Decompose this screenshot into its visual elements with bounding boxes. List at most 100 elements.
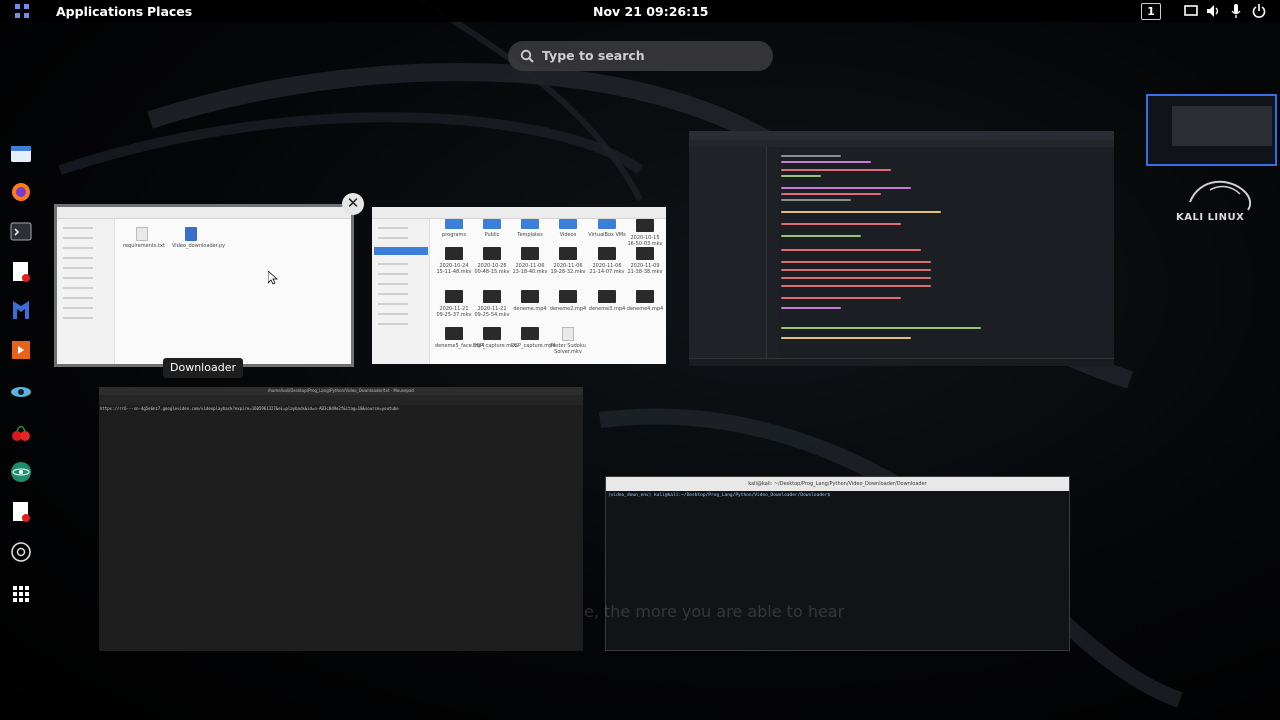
file-label: 2020-11-06 13-18-40.mkv: [512, 263, 548, 275]
settings-icon[interactable]: [10, 540, 32, 564]
atom-icon[interactable]: [10, 460, 32, 484]
text-file-icon: [136, 227, 148, 241]
applications-menu[interactable]: Applications: [56, 4, 143, 19]
video-thumbnail: [636, 290, 654, 303]
file-item[interactable]: deneme5_face.mp4: [435, 327, 485, 349]
file-label: Videos: [559, 232, 577, 238]
window-header: [689, 131, 1114, 140]
files-app-icon[interactable]: [10, 142, 32, 166]
firefox-icon[interactable]: [10, 180, 32, 204]
code-line: [781, 249, 921, 251]
file-item[interactable]: 2020-10-26 00-48-15.mkv: [473, 247, 511, 275]
activities-grid-icon[interactable]: [14, 3, 30, 19]
file-label: deneme2.mp4: [549, 306, 587, 312]
files-sidebar: [372, 219, 430, 364]
code-line: [781, 285, 931, 287]
search-bar[interactable]: Type to search: [508, 41, 773, 71]
folder-icon: [483, 219, 501, 229]
file-video-downloader[interactable]: Video_downloader.py: [172, 227, 225, 249]
code-line: [781, 187, 911, 189]
eye-tool-icon[interactable]: [10, 380, 32, 404]
file-item[interactable]: deneme.mp4: [511, 290, 549, 312]
text-file-icon: [562, 327, 574, 341]
folder-item[interactable]: Videos: [549, 219, 587, 238]
file-item[interactable]: 2020-11-06 13-18-40.mkv: [511, 247, 549, 275]
file-label: requirements.txt: [123, 243, 165, 249]
window-caption: Downloader: [163, 358, 243, 378]
volume-icon[interactable]: [1205, 3, 1221, 19]
code-line: [781, 277, 931, 279]
code-line: [781, 337, 911, 339]
window-header: [57, 207, 351, 219]
folder-icon: [521, 219, 539, 229]
file-item[interactable]: DSP_capture.mp4: [511, 327, 556, 349]
folder-item[interactable]: programs: [435, 219, 473, 238]
microphone-icon[interactable]: [1228, 3, 1244, 19]
window-files-videos[interactable]: programs Public Templates Videos Virtual…: [372, 207, 666, 364]
file-requirements[interactable]: requirements.txt: [123, 227, 165, 249]
code-line: [781, 261, 931, 263]
file-label: 2020-11-21 09-25-54.mkv: [474, 306, 510, 318]
video-thumbnail: [598, 247, 616, 260]
window-terminal[interactable]: kali@kali: ~/Desktop/Prog_Lang/Python/Vi…: [605, 476, 1070, 651]
editor-project-tree: [689, 147, 767, 358]
file-item[interactable]: deneme4.mp4: [626, 290, 664, 312]
file-label: 2020-11-09 21-38-38.mkv: [627, 263, 663, 275]
file-label: 2020-11-21 09-25-37.mkv: [436, 306, 472, 318]
file-item[interactable]: 2020-10-15 16-50-03.mkv: [626, 219, 664, 247]
clock[interactable]: Nov 21 09:26:15: [593, 4, 708, 19]
file-item[interactable]: 2020-11-21 09-25-37.mkv: [435, 290, 473, 318]
file-item[interactable]: 2020-11-21 09-25-54.mkv: [473, 290, 511, 318]
text-editor-icon[interactable]: [10, 260, 32, 284]
dock: [0, 130, 42, 615]
video-thumbnail: [598, 290, 616, 303]
file-item[interactable]: 2020-11-06 19-28-32.mkv: [549, 247, 587, 275]
video-thumbnail: [445, 327, 463, 340]
show-apps-icon[interactable]: [10, 582, 32, 606]
file-label: 2020-10-24 15-11-48.mkv: [436, 263, 472, 275]
file-label: Templates: [517, 232, 543, 238]
mousepad-menubar: [99, 395, 583, 405]
file-item[interactable]: 2020-11-09 21-38-38.mkv: [626, 247, 664, 275]
folder-item[interactable]: Templates: [511, 219, 549, 238]
file-label: deneme.mp4: [513, 306, 547, 312]
top-bar: Applications Places Nov 21 09:26:15 1: [0, 0, 1280, 22]
window-code-editor[interactable]: [689, 131, 1114, 366]
code-line: [781, 161, 871, 163]
file-item[interactable]: 2020-11-06 21-14-07.mkv: [588, 247, 626, 275]
file-label: 2020-10-15 16-50-03.mkv: [627, 235, 663, 247]
power-icon[interactable]: [1251, 3, 1267, 19]
folder-item[interactable]: VirtualBox VMs: [588, 219, 626, 238]
video-thumbnail: [445, 247, 463, 260]
folder-item[interactable]: Public: [473, 219, 511, 238]
files-sidebar: [57, 219, 115, 364]
places-menu[interactable]: Places: [147, 4, 192, 19]
window-files-downloader[interactable]: requirements.txt Video_downloader.py: [54, 204, 354, 367]
metasploit-icon[interactable]: [10, 298, 32, 322]
video-thumbnail: [483, 247, 501, 260]
terminal-icon[interactable]: [10, 220, 32, 244]
document-icon[interactable]: [10, 500, 32, 524]
line-number-gutter: [767, 147, 779, 358]
code-line: [781, 269, 931, 271]
workspace-indicator[interactable]: 1: [1141, 3, 1161, 20]
code-line: [781, 211, 941, 213]
video-thumbnail: [559, 290, 577, 303]
file-item[interactable]: 2020-10-24 15-11-48.mkv: [435, 247, 473, 275]
workspace-window-preview: [1172, 106, 1272, 146]
close-window-button[interactable]: ✕: [342, 193, 364, 215]
editor-statusbar: [689, 358, 1114, 366]
burpsuite-icon[interactable]: [10, 338, 32, 362]
window-mousepad[interactable]: /home/kali/Desktop/Prog_Lang/Python/Vide…: [99, 387, 583, 651]
code-line: [781, 327, 981, 329]
folder-icon: [445, 219, 463, 229]
workspace-thumbnail[interactable]: [1146, 94, 1277, 166]
file-item[interactable]: DSP_capture.mkv: [473, 327, 517, 349]
file-item[interactable]: Foster Sudoku Solver.mkv: [549, 327, 587, 355]
file-item[interactable]: deneme2.mp4: [549, 290, 587, 312]
file-item[interactable]: deneme3.mp4: [588, 290, 626, 312]
window-header: [372, 207, 666, 219]
folder-icon: [559, 219, 577, 229]
display-icon[interactable]: [1183, 3, 1199, 19]
cherry-icon[interactable]: [10, 420, 32, 444]
